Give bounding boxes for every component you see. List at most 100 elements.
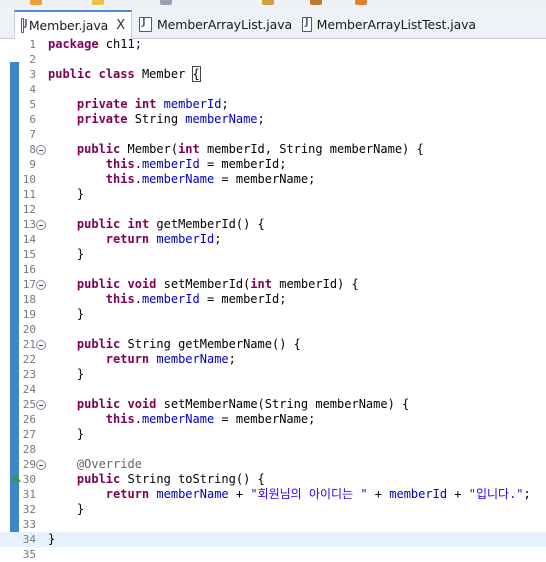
code-text: this.memberName = memberName; [105, 412, 316, 426]
code-text: public void setMemberId(int memberId) { [76, 277, 359, 291]
close-icon[interactable]: X [116, 18, 125, 33]
line-number: 5 [29, 98, 36, 111]
fold-collapse-icon[interactable] [36, 340, 46, 350]
tab-label: MemberArrayList.java [157, 16, 293, 32]
code-text: package ch11; [48, 37, 142, 51]
code-line[interactable]: 15 } [0, 247, 546, 262]
line-number: 16 [22, 263, 36, 276]
code-line[interactable]: 10 this.memberName = memberName; [0, 172, 546, 187]
code-line[interactable]: 13 public int getMemberId() { [0, 217, 546, 232]
code-line[interactable]: 34} [0, 532, 546, 547]
code-text: } [48, 532, 56, 546]
line-number: 32 [22, 503, 36, 516]
code-text: public Member(int memberId, String membe… [76, 142, 424, 156]
toolbar-icon[interactable] [310, 0, 322, 5]
code-line[interactable]: 24 [0, 382, 546, 397]
line-number: 14 [22, 233, 36, 246]
code-text: } [48, 502, 85, 516]
tab-memberarraylisttest-java[interactable]: MemberArrayListTest.java [296, 11, 476, 37]
code-line[interactable]: 31 return memberName + "회원님의 아이디는 " + me… [0, 487, 546, 502]
line-number: 3 [29, 68, 36, 81]
code-line[interactable]: 9 this.memberId = memberId; [0, 157, 546, 172]
line-number: 31 [22, 488, 36, 501]
code-line[interactable]: 30 public String toString() { [0, 472, 546, 487]
code-line[interactable]: 1 package ch11; [0, 37, 546, 52]
code-text: public void setMemberName(String memberN… [76, 397, 410, 411]
line-number: 15 [22, 248, 36, 261]
code-text: this.memberName = memberName; [105, 172, 316, 186]
line-number: 20 [22, 323, 36, 336]
code-line[interactable]: 22 return memberName; [0, 352, 546, 367]
code-line[interactable]: 5 private int memberId; [0, 97, 546, 112]
line-number: 6 [29, 113, 36, 126]
code-line[interactable]: 27 } [0, 427, 546, 442]
code-line[interactable]: 6 private String memberName; [0, 112, 546, 127]
tab-memberarraylist-java[interactable]: MemberArrayList.java [133, 11, 293, 37]
code-line[interactable]: 20 [0, 322, 546, 337]
code-text: public String toString() { [76, 472, 265, 486]
code-line[interactable]: 11 } [0, 187, 546, 202]
toolbar-icon[interactable] [160, 0, 172, 5]
toolbar-icon[interactable] [262, 0, 274, 5]
code-text: @Override [76, 457, 142, 471]
line-number: 23 [22, 368, 36, 381]
line-number: 22 [22, 353, 36, 366]
line-number: 18 [22, 293, 36, 306]
code-line[interactable]: 25 public void setMemberName(String memb… [0, 397, 546, 412]
fold-collapse-icon[interactable] [36, 280, 46, 290]
line-number: 26 [22, 413, 36, 426]
code-line[interactable]: 12 [0, 202, 546, 217]
toolbar-icon[interactable] [355, 0, 367, 5]
line-number: 24 [22, 383, 36, 396]
code-line[interactable]: 23 } [0, 367, 546, 382]
toolbar-icon[interactable] [92, 0, 104, 5]
code-line[interactable]: 2 [0, 52, 546, 67]
code-line[interactable]: 28 [0, 442, 546, 457]
override-marker-icon[interactable] [11, 474, 21, 482]
tab-label: MemberArrayListTest.java [316, 16, 476, 32]
line-number: 1 [29, 38, 36, 51]
line-number: 29 [22, 458, 36, 471]
line-number: 8 [29, 143, 36, 156]
tab-member-java[interactable]: Member.java X [14, 10, 132, 39]
code-text: } [48, 307, 85, 321]
fold-collapse-icon[interactable] [36, 220, 46, 230]
code-text: } [48, 427, 85, 441]
line-number: 28 [22, 443, 36, 456]
code-line[interactable]: 33 [0, 517, 546, 532]
fold-collapse-icon[interactable] [36, 460, 46, 470]
code-line[interactable]: 35 [0, 547, 546, 562]
code-line[interactable]: 3 public class Member { [0, 66, 546, 82]
code-line[interactable]: 21 public String getMemberName() { [0, 337, 546, 352]
code-text: return memberName; [105, 352, 236, 366]
toolbar-icon[interactable] [30, 0, 42, 5]
code-line[interactable]: 14 return memberId; [0, 232, 546, 247]
code-line[interactable]: 8 public Member(int memberId, String mem… [0, 142, 546, 157]
line-number: 4 [29, 83, 36, 96]
code-editor[interactable]: 1 package ch11; 2 3 public class Member {4 5 … [0, 37, 546, 562]
java-file-icon [21, 17, 27, 33]
code-line[interactable]: 17 public void setMemberId(int memberId)… [0, 277, 546, 292]
code-text: private String memberName; [76, 112, 265, 126]
code-text: private int memberId; [76, 97, 229, 111]
line-number: 7 [29, 128, 36, 141]
code-line[interactable]: 19 } [0, 307, 546, 322]
line-number: 10 [22, 173, 36, 186]
code-text: public String getMemberName() { [76, 337, 301, 351]
java-file-icon [302, 16, 312, 32]
code-line[interactable]: 4 [0, 82, 546, 97]
line-number: 2 [29, 53, 36, 66]
code-line[interactable]: 16 [0, 262, 546, 277]
code-line[interactable]: 7 [0, 127, 546, 142]
code-line[interactable]: 32 } [0, 502, 546, 517]
code-text: } [48, 247, 85, 261]
code-text: } [48, 367, 85, 381]
line-number: 13 [22, 218, 36, 231]
fold-collapse-icon[interactable] [36, 400, 46, 410]
fold-collapse-icon[interactable] [36, 145, 46, 155]
line-number: 33 [22, 518, 36, 531]
code-line[interactable]: 26 this.memberName = memberName; [0, 412, 546, 427]
code-line[interactable]: 29 @Override [0, 457, 546, 472]
code-line[interactable]: 18 this.memberId = memberId; [0, 292, 546, 307]
line-number: 34 [22, 533, 36, 546]
